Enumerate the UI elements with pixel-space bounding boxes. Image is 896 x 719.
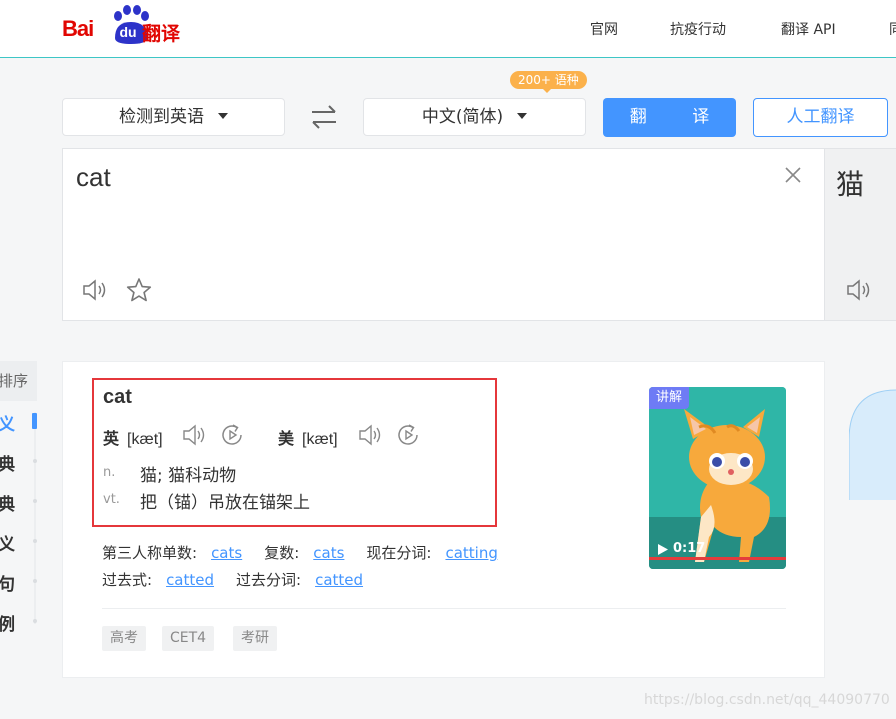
logo-suffix-text: 翻译 [142,23,181,45]
nav-anti-epidemic[interactable]: 抗疫行动 [670,19,726,39]
uk-phonetic: 英 [kæt] [103,425,163,449]
exam-tag[interactable]: CET4 [162,626,215,651]
uk-label: 英 [103,429,120,448]
nav-translate-api[interactable]: 翻译 API [781,19,836,39]
form-label: 复数: [264,544,300,562]
nav-partial-item[interactable]: 同 [889,19,896,39]
source-text-input[interactable]: cat [76,162,111,193]
watermark-text: https://blog.csdn.net/qq_44090770 [644,692,890,708]
part-of-speech: n. [103,465,116,480]
nav-anti-epidemic-label: 抗疫行动 [670,22,726,38]
side-nav-track [34,412,36,624]
video-progress-bar [649,557,786,560]
side-nav-item[interactable]: 例 [0,610,15,635]
side-nav-dot [33,539,37,543]
divider [102,608,786,609]
nav-translate-api-label: 翻译 API [781,22,836,38]
word-forms-row: 过去式: catted 过去分词: catted [102,569,385,590]
chevron-down-icon [218,113,228,119]
close-icon[interactable] [783,165,803,185]
speaker-icon[interactable] [81,277,109,303]
language-count-badge: 200+ 语种 [510,71,587,93]
side-nav-item[interactable]: 义 [0,530,15,555]
logo-brand-text: Bai [62,16,94,41]
side-nav-item[interactable]: 典 [0,450,15,475]
exam-tag[interactable]: 考研 [233,626,277,651]
us-label: 美 [278,429,295,448]
replay-icon[interactable] [396,423,422,447]
side-nav-dot [33,459,37,463]
form-label: 过去式: [102,571,153,589]
meaning-text: 把（锚）吊放在锚架上 [140,493,310,513]
translate-button[interactable]: 翻 译 [603,98,736,137]
us-phonetic: 美 [kæt] [278,425,338,449]
target-text-output: 猫 [836,168,865,201]
form-label: 现在分词: [366,544,432,562]
speaker-icon[interactable] [845,277,873,303]
target-language-label: 中文(简体) [421,107,504,127]
logo-du-text: du [119,24,137,40]
us-ipa: [kæt] [302,431,338,448]
form-link[interactable]: cats [211,544,242,562]
side-nav-dot [33,499,37,503]
word-forms-row: 第三人称单数: cats 复数: cats 现在分词: catting [102,542,520,563]
form-label: 第三人称单数: [102,544,198,562]
uk-ipa: [kæt] [127,431,163,448]
star-icon[interactable] [125,277,153,303]
exam-tag[interactable]: 高考 [102,626,146,651]
swap-languages-icon[interactable] [308,103,340,131]
sort-toggle[interactable]: 排序 [0,361,37,401]
dict-headword: cat [103,386,132,408]
chevron-down-icon [517,113,528,119]
nav-official-label: 官网 [590,22,618,38]
form-link[interactable]: catted [166,571,214,589]
video-duration: 0:17 [673,541,706,556]
part-of-speech: vt. [103,492,120,507]
target-text-panel: 猫 [825,148,896,321]
side-nav-item[interactable]: 义 [0,410,15,435]
source-language-label: 检测到英语 [119,107,204,127]
side-nav-item[interactable]: 句 [0,570,15,595]
source-language-select[interactable]: 检测到英语 [62,98,285,136]
side-nav-item[interactable]: 典 [0,490,15,515]
speaker-icon[interactable] [182,423,208,447]
side-nav-dot [33,619,37,623]
side-nav-dot [33,579,37,583]
baidu-translate-logo[interactable]: Bai du 翻译 [62,4,192,45]
target-language-select[interactable]: 中文(简体) [363,98,586,136]
speaker-icon[interactable] [358,423,384,447]
form-link[interactable]: catted [315,571,363,589]
form-link[interactable]: cats [313,544,344,562]
cat-illustration [649,387,786,569]
human-translation-button[interactable]: 人工翻译 [753,98,888,137]
explain-tag: 讲解 [649,387,690,409]
nav-official[interactable]: 官网 [590,19,618,39]
replay-icon[interactable] [220,423,246,447]
decorative-shape [849,389,896,500]
form-link[interactable]: catting [445,544,497,562]
top-header: Bai du 翻译 官网 抗疫行动 翻译 API 同 [0,0,896,58]
source-text-panel[interactable]: cat [62,148,825,321]
video-thumbnail[interactable]: 讲解 0:17 [649,387,786,569]
meaning-text: 猫; 猫科动物 [140,466,237,486]
sort-label: 排序 [0,372,29,390]
play-icon[interactable] [657,543,669,556]
side-nav-active-marker [32,413,37,429]
dictionary-card: cat 英 [kæt] 美 [kæt] n. 猫; 猫科动物 vt. 把（锚）吊放在… [62,361,825,678]
form-label: 过去分词: [236,571,302,589]
